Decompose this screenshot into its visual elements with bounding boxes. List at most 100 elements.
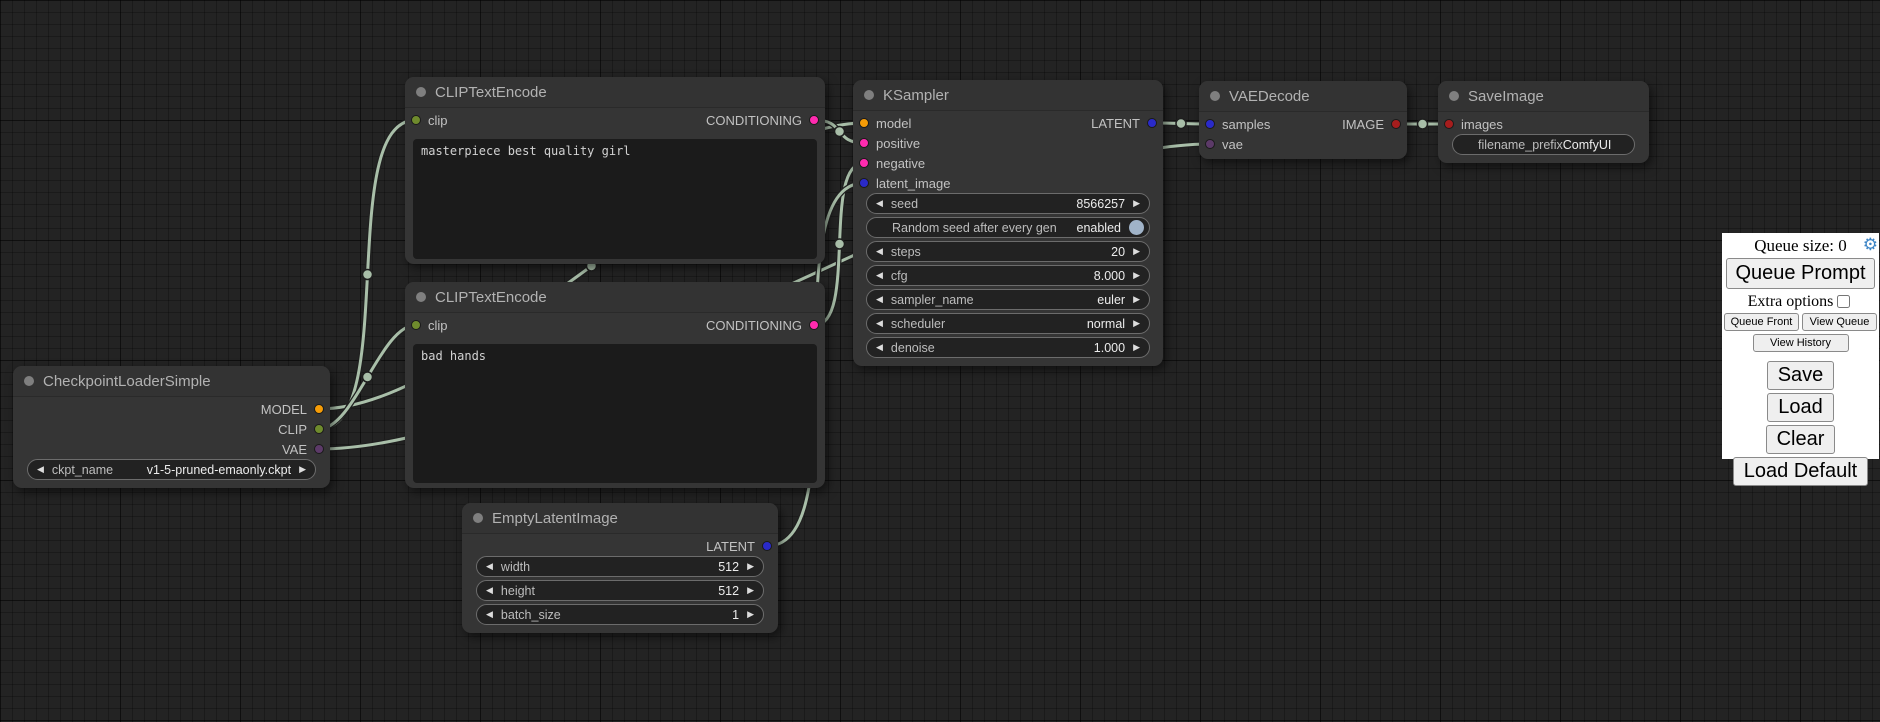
output-label: VAE: [282, 442, 307, 457]
extra-options-label: Extra options: [1748, 293, 1834, 310]
prompt-textarea[interactable]: masterpiece best quality girl: [413, 139, 817, 259]
widget-right-arrow-icon[interactable]: ▶: [747, 562, 754, 571]
node-vae-decode[interactable]: VAEDecode samples IMAGE vae: [1199, 81, 1407, 159]
widget-right-arrow-icon[interactable]: ▶: [1133, 199, 1140, 208]
output-port-vae[interactable]: [314, 444, 324, 454]
widget-label: steps: [891, 245, 921, 259]
output-label: CLIP: [278, 422, 307, 437]
node-titlebar[interactable]: VAEDecode: [1199, 81, 1407, 112]
batch-size-widget[interactable]: ◀ batch_size 1 ▶: [476, 604, 764, 625]
widget-right-arrow-icon[interactable]: ▶: [747, 610, 754, 619]
widget-left-arrow-icon[interactable]: ◀: [876, 271, 883, 280]
sampler-name-widget[interactable]: ◀ sampler_name euler ▶: [866, 289, 1150, 310]
node-titlebar[interactable]: CLIPTextEncode: [405, 282, 825, 313]
node-titlebar[interactable]: CLIPTextEncode: [405, 77, 825, 108]
widget-left-arrow-icon[interactable]: ◀: [486, 586, 493, 595]
widget-left-arrow-icon[interactable]: ◀: [876, 199, 883, 208]
node-collapse-dot[interactable]: [416, 87, 426, 97]
ckpt-name-widget[interactable]: ◀ ckpt_name v1-5-pruned-emaonly.ckpt ▶: [27, 459, 316, 480]
widget-left-arrow-icon[interactable]: ◀: [876, 295, 883, 304]
settings-gear-icon[interactable]: ⚙: [1863, 235, 1878, 255]
node-checkpoint-loader[interactable]: CheckpointLoaderSimple MODEL CLIP VAE ◀ …: [13, 366, 330, 488]
input-port-clip[interactable]: [411, 115, 421, 125]
widget-left-arrow-icon[interactable]: ◀: [876, 319, 883, 328]
input-port-model[interactable]: [859, 118, 869, 128]
widget-value: enabled: [1077, 221, 1122, 235]
denoise-widget[interactable]: ◀ denoise 1.000 ▶: [866, 337, 1150, 358]
height-widget[interactable]: ◀ height 512 ▶: [476, 580, 764, 601]
widget-left-arrow-icon[interactable]: ◀: [876, 247, 883, 256]
cfg-widget[interactable]: ◀ cfg 8.000 ▶: [866, 265, 1150, 286]
input-port-images[interactable]: [1444, 119, 1454, 129]
node-empty-latent-image[interactable]: EmptyLatentImage LATENT ◀ width 512 ▶ ◀ …: [462, 503, 778, 633]
clear-button[interactable]: Clear: [1766, 425, 1836, 454]
node-titlebar[interactable]: CheckpointLoaderSimple: [13, 366, 330, 397]
node-titlebar[interactable]: SaveImage: [1438, 81, 1649, 112]
node-save-image[interactable]: SaveImage images filename_prefix ComfyUI: [1438, 81, 1649, 163]
input-label: images: [1461, 117, 1503, 132]
output-port-clip[interactable]: [314, 424, 324, 434]
widget-left-arrow-icon[interactable]: ◀: [37, 465, 44, 474]
widget-left-arrow-icon[interactable]: ◀: [486, 610, 493, 619]
node-collapse-dot[interactable]: [1449, 91, 1459, 101]
input-port-clip[interactable]: [411, 320, 421, 330]
widget-left-arrow-icon[interactable]: ◀: [876, 343, 883, 352]
node-collapse-dot[interactable]: [864, 90, 874, 100]
input-port-vae[interactable]: [1205, 139, 1215, 149]
prompt-textarea[interactable]: bad hands: [413, 344, 817, 483]
widget-left-arrow-icon[interactable]: ◀: [486, 562, 493, 571]
extra-options-checkbox[interactable]: [1837, 295, 1850, 308]
view-queue-button[interactable]: View Queue: [1802, 313, 1877, 331]
widget-right-arrow-icon[interactable]: ▶: [1133, 247, 1140, 256]
node-clip-text-encode-positive[interactable]: CLIPTextEncode clip CONDITIONING masterp…: [405, 77, 825, 264]
input-label: model: [876, 116, 911, 131]
random-seed-toggle-widget[interactable]: Random seed after every gen enabled: [866, 217, 1150, 238]
input-port-samples[interactable]: [1205, 119, 1215, 129]
load-default-button[interactable]: Load Default: [1733, 457, 1868, 486]
widget-right-arrow-icon[interactable]: ▶: [1133, 295, 1140, 304]
output-port-conditioning[interactable]: [809, 115, 819, 125]
widget-label: batch_size: [501, 608, 561, 622]
graph-canvas[interactable]: { "colors": { "model": "#f59c07", "clip"…: [0, 0, 1880, 722]
seed-widget[interactable]: ◀ seed 8566257 ▶: [866, 193, 1150, 214]
node-titlebar[interactable]: KSampler: [853, 80, 1163, 111]
link-midpoint-dot: [363, 372, 373, 382]
input-label: vae: [1222, 137, 1243, 152]
widget-value: 8.000: [1094, 269, 1125, 283]
scheduler-widget[interactable]: ◀ scheduler normal ▶: [866, 313, 1150, 334]
widget-value: 20: [1111, 245, 1125, 259]
widget-right-arrow-icon[interactable]: ▶: [1133, 319, 1140, 328]
widget-right-arrow-icon[interactable]: ▶: [1133, 271, 1140, 280]
widget-label: scheduler: [891, 317, 945, 331]
node-collapse-dot[interactable]: [416, 292, 426, 302]
input-port-negative[interactable]: [859, 158, 869, 168]
widget-label: height: [501, 584, 535, 598]
widget-right-arrow-icon[interactable]: ▶: [1133, 343, 1140, 352]
queue-prompt-button[interactable]: Queue Prompt: [1726, 258, 1875, 289]
node-collapse-dot[interactable]: [473, 513, 483, 523]
widget-right-arrow-icon[interactable]: ▶: [299, 465, 306, 474]
node-ksampler[interactable]: KSampler model LATENT positive negative …: [853, 80, 1163, 366]
view-history-button[interactable]: View History: [1753, 334, 1849, 352]
width-widget[interactable]: ◀ width 512 ▶: [476, 556, 764, 577]
node-collapse-dot[interactable]: [24, 376, 34, 386]
toggle-dot[interactable]: [1129, 220, 1144, 235]
output-port-conditioning[interactable]: [809, 320, 819, 330]
filename-prefix-widget[interactable]: filename_prefix ComfyUI: [1452, 134, 1635, 155]
node-titlebar[interactable]: EmptyLatentImage: [462, 503, 778, 534]
output-port-image[interactable]: [1391, 119, 1401, 129]
output-port-model[interactable]: [314, 404, 324, 414]
input-port-latent-image[interactable]: [859, 178, 869, 188]
output-port-latent[interactable]: [1147, 118, 1157, 128]
node-clip-text-encode-negative[interactable]: CLIPTextEncode clip CONDITIONING bad han…: [405, 282, 825, 488]
widget-value: normal: [1087, 317, 1125, 331]
node-collapse-dot[interactable]: [1210, 91, 1220, 101]
widget-right-arrow-icon[interactable]: ▶: [747, 586, 754, 595]
save-button[interactable]: Save: [1767, 361, 1835, 390]
input-port-positive[interactable]: [859, 138, 869, 148]
queue-front-button[interactable]: Queue Front: [1724, 313, 1799, 331]
output-port-latent[interactable]: [762, 541, 772, 551]
comfy-menu-panel: ⚙ Queue size: 0 Queue Prompt Extra optio…: [1722, 233, 1879, 459]
steps-widget[interactable]: ◀ steps 20 ▶: [866, 241, 1150, 262]
load-button[interactable]: Load: [1767, 393, 1834, 422]
